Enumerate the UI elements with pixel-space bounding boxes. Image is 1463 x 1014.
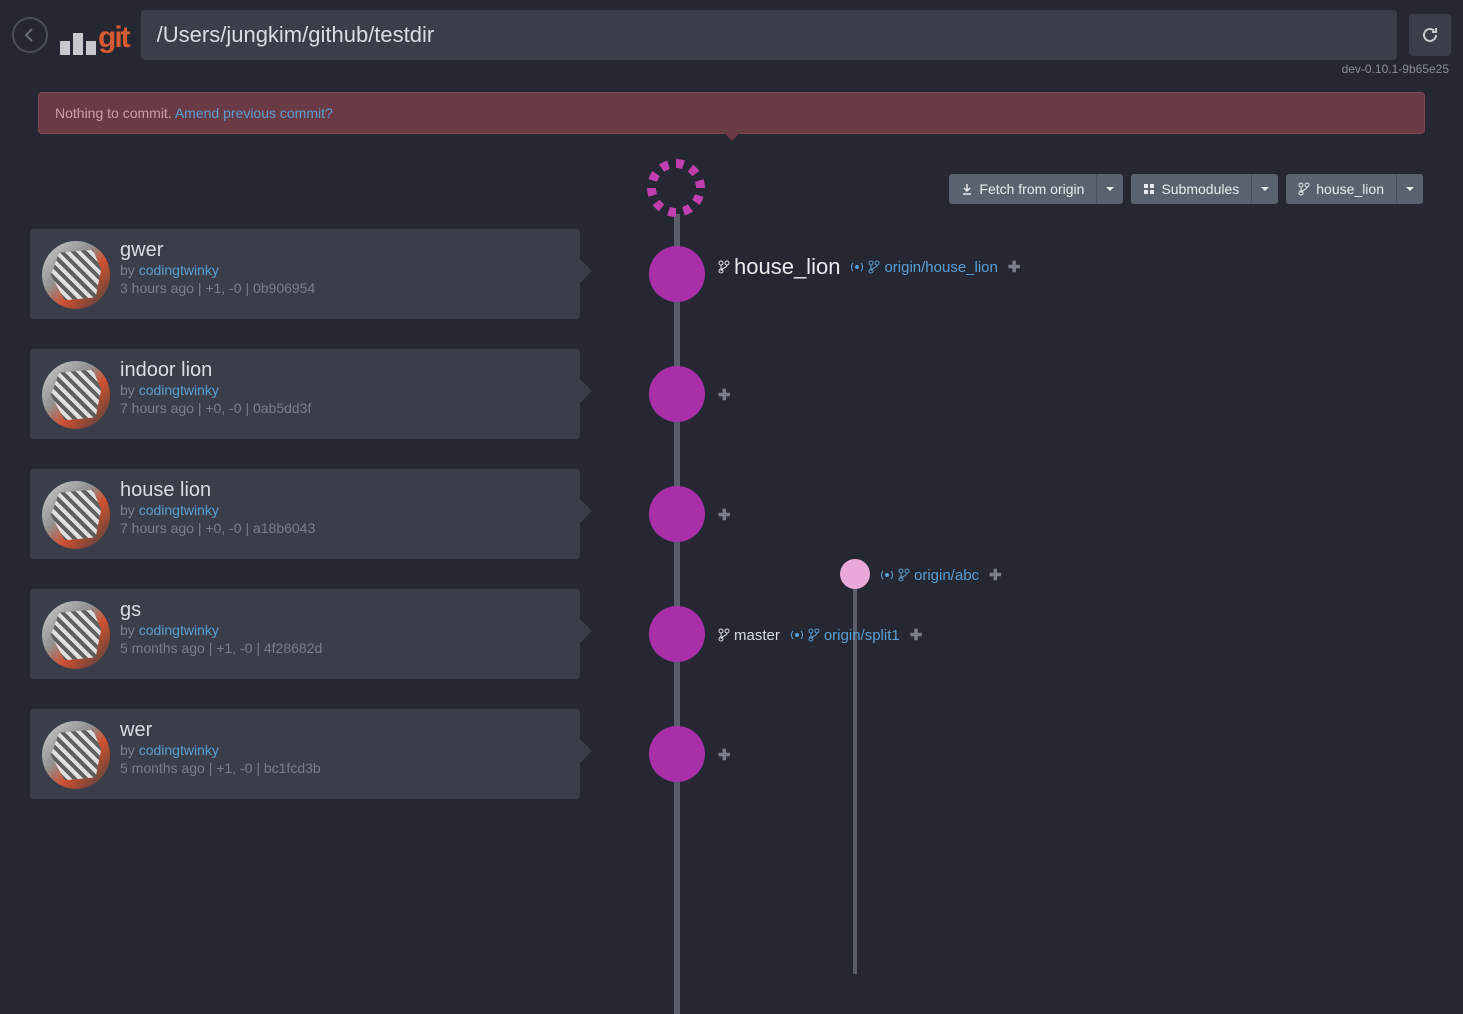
submodules-dropdown[interactable] xyxy=(1251,174,1278,204)
ref-label: house_lion xyxy=(734,254,840,280)
commit-node-4[interactable] xyxy=(649,606,705,662)
ungit-logo: git xyxy=(60,15,129,55)
refs-node-abc: origin/abc ✚ xyxy=(880,566,1002,584)
ref-remote-origin-house-lion[interactable]: origin/house_lion xyxy=(850,259,997,276)
fetch-button[interactable]: Fetch from origin xyxy=(949,174,1096,204)
add-ref-icon[interactable]: ✚ xyxy=(910,626,923,644)
fetch-dropdown[interactable] xyxy=(1096,174,1123,204)
refs-node-2: ✚ xyxy=(718,386,731,404)
add-ref-icon[interactable]: ✚ xyxy=(989,566,1002,584)
commit-alert: Nothing to commit. Amend previous commit… xyxy=(38,92,1425,134)
submodules-button[interactable]: Submodules xyxy=(1131,174,1251,204)
refs-node-3: ✚ xyxy=(718,506,731,524)
add-ref-icon[interactable]: ✚ xyxy=(718,386,731,404)
commit-node-1[interactable] xyxy=(649,246,705,302)
commit-meta: 7 hours ago | +0, -0 | a18b6043 xyxy=(120,520,566,536)
refs-node-1: house_lion origin/house_lion ✚ xyxy=(718,254,1020,280)
commit-title: house lion xyxy=(120,479,566,502)
ref-remote-origin-abc[interactable]: origin/abc xyxy=(880,567,979,584)
refresh-button[interactable] xyxy=(1409,14,1451,56)
add-ref-icon[interactable]: ✚ xyxy=(1008,258,1021,276)
commit-author-line: by codingtwinky xyxy=(120,622,566,638)
commit-card[interactable]: gwer by codingtwinky 3 hours ago | +1, -… xyxy=(30,229,580,319)
avatar xyxy=(42,601,110,669)
commit-meta: 3 hours ago | +1, -0 | 0b906954 xyxy=(120,280,566,296)
author-link[interactable]: codingtwinky xyxy=(139,622,219,638)
head-node[interactable] xyxy=(647,159,705,217)
author-link[interactable]: codingtwinky xyxy=(139,742,219,758)
fetch-label: Fetch from origin xyxy=(979,181,1084,197)
commit-node-5[interactable] xyxy=(649,726,705,782)
commit-author-line: by codingtwinky xyxy=(120,382,566,398)
back-button[interactable] xyxy=(12,17,48,53)
ref-label: origin/abc xyxy=(914,567,979,584)
commit-node-3[interactable] xyxy=(649,486,705,542)
branch-dropdown[interactable] xyxy=(1396,174,1423,204)
author-link[interactable]: codingtwinky xyxy=(139,382,219,398)
avatar xyxy=(42,721,110,789)
author-link[interactable]: codingtwinky xyxy=(139,262,219,278)
current-branch-button[interactable]: house_lion xyxy=(1286,174,1396,204)
commit-card[interactable]: gs by codingtwinky 5 months ago | +1, -0… xyxy=(30,589,580,679)
commit-meta: 7 hours ago | +0, -0 | 0ab5dd3f xyxy=(120,400,566,416)
commit-meta: 5 months ago | +1, -0 | bc1fcd3b xyxy=(120,760,566,776)
avatar xyxy=(42,241,110,309)
commit-title: gs xyxy=(120,599,566,622)
ref-remote-origin-split1[interactable]: origin/split1 xyxy=(790,627,900,644)
commit-node-2[interactable] xyxy=(649,366,705,422)
commit-author-line: by codingtwinky xyxy=(120,742,566,758)
commit-author-line: by codingtwinky xyxy=(120,262,566,278)
graph-area: Fetch from origin Submodules house_l xyxy=(30,154,1433,854)
add-ref-icon[interactable]: ✚ xyxy=(718,506,731,524)
author-link[interactable]: codingtwinky xyxy=(139,502,219,518)
commit-meta: 5 months ago | +1, -0 | 4f28682d xyxy=(120,640,566,656)
repo-path-input[interactable] xyxy=(141,10,1397,60)
version-label: dev-0.10.1-9b65e25 xyxy=(0,62,1463,76)
current-branch-label: house_lion xyxy=(1316,181,1384,197)
ref-label: origin/house_lion xyxy=(884,259,997,276)
graph-actions: Fetch from origin Submodules house_l xyxy=(949,174,1423,204)
refs-node-4: master origin/split1 ✚ xyxy=(718,626,922,644)
content: Nothing to commit. Amend previous commit… xyxy=(0,92,1463,854)
alert-text: Nothing to commit. xyxy=(55,105,172,121)
commit-card[interactable]: indoor lion by codingtwinky 7 hours ago … xyxy=(30,349,580,439)
ref-local-house-lion[interactable]: house_lion xyxy=(718,254,840,280)
avatar xyxy=(42,361,110,429)
submodules-label: Submodules xyxy=(1161,181,1239,197)
ref-local-master[interactable]: master xyxy=(718,627,780,644)
commit-node-abc[interactable] xyxy=(840,559,870,589)
ref-label: origin/split1 xyxy=(824,627,900,644)
commit-author-line: by codingtwinky xyxy=(120,502,566,518)
amend-link[interactable]: Amend previous commit? xyxy=(175,105,333,121)
refs-node-5: ✚ xyxy=(718,746,731,764)
commit-title: wer xyxy=(120,719,566,742)
commit-card[interactable]: wer by codingtwinky 5 months ago | +1, -… xyxy=(30,709,580,799)
commit-title: indoor lion xyxy=(120,359,566,382)
commit-title: gwer xyxy=(120,239,566,262)
header: git xyxy=(0,0,1463,64)
commit-card[interactable]: house lion by codingtwinky 7 hours ago |… xyxy=(30,469,580,559)
avatar xyxy=(42,481,110,549)
ref-label: master xyxy=(734,627,780,644)
add-ref-icon[interactable]: ✚ xyxy=(718,746,731,764)
